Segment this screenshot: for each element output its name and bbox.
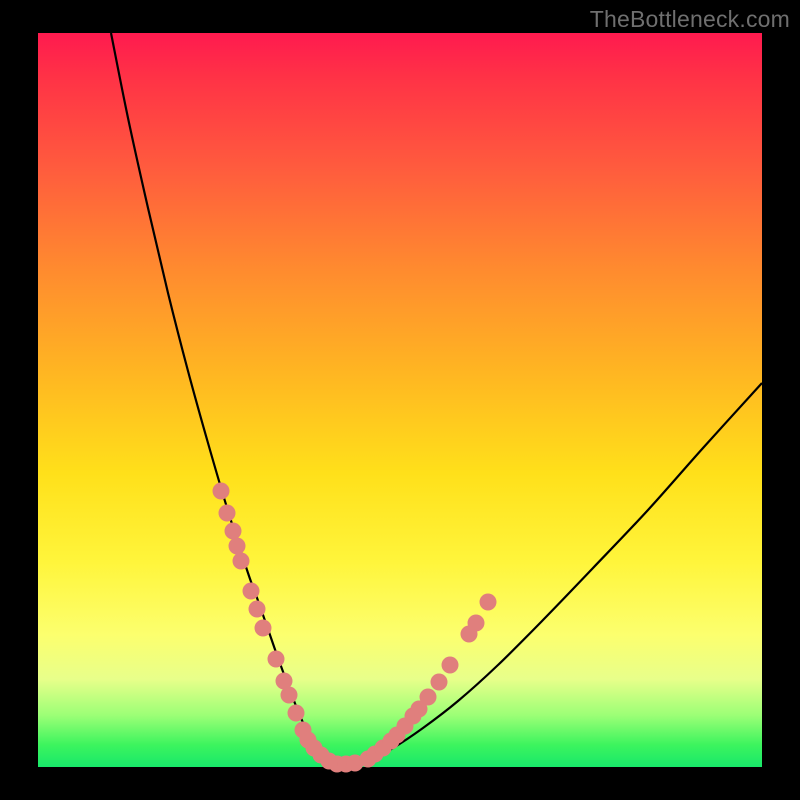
chart-frame: TheBottleneck.com — [0, 0, 800, 800]
curve-svg — [38, 33, 762, 767]
plot-area — [38, 33, 762, 767]
data-marker — [225, 523, 242, 540]
data-markers — [213, 483, 497, 773]
watermark-text: TheBottleneck.com — [590, 6, 790, 33]
data-marker — [213, 483, 230, 500]
data-marker — [219, 505, 236, 522]
data-marker — [255, 620, 272, 637]
data-marker — [442, 657, 459, 674]
data-marker — [249, 601, 266, 618]
data-marker — [480, 594, 497, 611]
data-marker — [281, 687, 298, 704]
data-marker — [229, 538, 246, 555]
data-marker — [243, 583, 260, 600]
bottleneck-curve — [111, 33, 762, 764]
data-marker — [233, 553, 250, 570]
data-marker — [420, 689, 437, 706]
data-marker — [468, 615, 485, 632]
data-marker — [268, 651, 285, 668]
data-marker — [431, 674, 448, 691]
data-marker — [288, 705, 305, 722]
